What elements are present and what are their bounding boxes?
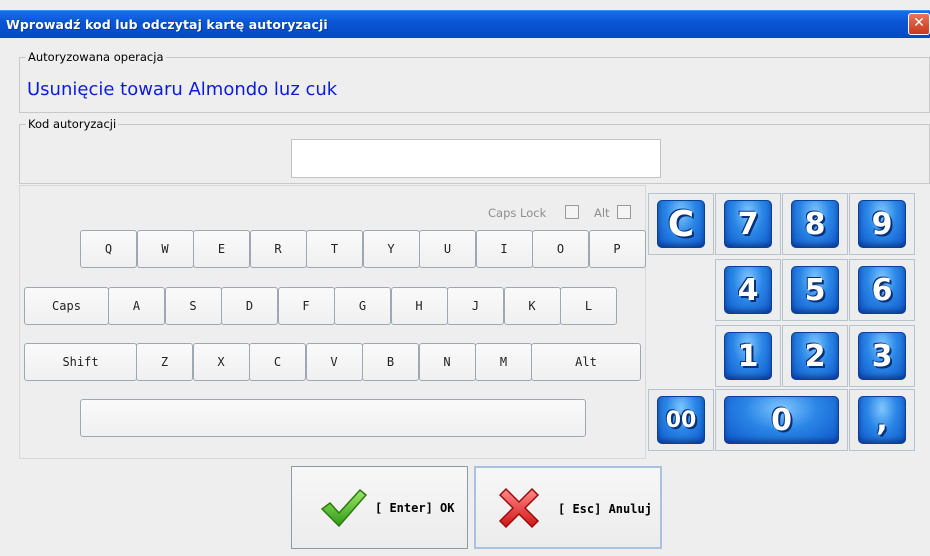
ok-button-label: [ Enter] OK: [375, 501, 455, 515]
numpad-key-5-label: 5: [791, 266, 839, 314]
key-q[interactable]: Q: [80, 230, 137, 268]
alt-label: Alt: [594, 206, 610, 220]
numpad-key-5[interactable]: 5: [782, 259, 848, 321]
numpad-key-3[interactable]: 3: [849, 325, 915, 387]
numpad-comma-button[interactable]: ,: [849, 389, 915, 451]
key-space[interactable]: [80, 399, 586, 437]
numpad-key-4-label: 4: [724, 266, 772, 314]
check-icon: [320, 488, 368, 528]
key-s[interactable]: S: [164, 287, 222, 325]
key-a[interactable]: A: [108, 287, 165, 325]
key-f[interactable]: F: [277, 287, 335, 325]
numpad-comma-button-label: ,: [858, 396, 906, 444]
numpad-key-1[interactable]: 1: [715, 325, 781, 387]
key-t[interactable]: T: [306, 230, 363, 268]
numpad-double-zero-button-label: 00: [657, 396, 705, 444]
title-bar[interactable]: Wprowadź kod lub odczytaj kartę autoryza…: [0, 10, 930, 38]
x-icon: [498, 487, 540, 529]
numpad-key-9[interactable]: 9: [849, 193, 915, 255]
numpad-key-4[interactable]: 4: [715, 259, 781, 321]
key-caps[interactable]: Caps: [24, 287, 109, 325]
numpad-key-1-label: 1: [724, 332, 772, 380]
key-v[interactable]: V: [305, 343, 363, 381]
authorized-operation-label: Autoryzowana operacja: [26, 50, 166, 64]
key-y[interactable]: Y: [362, 230, 420, 268]
key-n[interactable]: N: [418, 343, 476, 381]
key-l[interactable]: L: [560, 287, 617, 325]
numpad-key-2[interactable]: 2: [782, 325, 848, 387]
cancel-button[interactable]: [ Esc] Anuluj: [474, 466, 662, 549]
key-d[interactable]: D: [221, 287, 278, 325]
key-j[interactable]: J: [447, 287, 504, 325]
numpad-key-2-label: 2: [791, 332, 839, 380]
key-alt[interactable]: Alt: [531, 343, 641, 381]
numpad-key-9-label: 9: [858, 200, 906, 248]
key-shift[interactable]: Shift: [24, 343, 137, 381]
authorization-code-label: Kod autoryzacji: [26, 117, 119, 131]
numpad-key-7[interactable]: 7: [715, 193, 781, 255]
numpad-key-6-label: 6: [858, 266, 906, 314]
key-x[interactable]: X: [192, 343, 250, 381]
key-g[interactable]: G: [334, 287, 391, 325]
ok-button[interactable]: [ Enter] OK: [291, 466, 468, 549]
numpad-key-6[interactable]: 6: [849, 259, 915, 321]
close-button[interactable]: ✕: [908, 13, 930, 35]
authorization-dialog: Wprowadź kod lub odczytaj kartę autoryza…: [0, 0, 930, 556]
numpad-key-0-label: 0: [724, 396, 839, 444]
key-m[interactable]: M: [475, 343, 532, 381]
numpad-key-8[interactable]: 8: [782, 193, 848, 255]
window-title: Wprowadź kod lub odczytaj kartę autoryza…: [6, 17, 328, 32]
authorization-code-input[interactable]: [291, 139, 661, 178]
numpad-key-8-label: 8: [791, 200, 839, 248]
caps-lock-label: Caps Lock: [488, 206, 547, 220]
key-k[interactable]: K: [503, 287, 561, 325]
key-i[interactable]: I: [475, 230, 533, 268]
numpad-double-zero-button[interactable]: 00: [648, 389, 714, 451]
key-w[interactable]: W: [136, 230, 194, 268]
numpad-clear-button-label: C: [657, 200, 705, 248]
key-z[interactable]: Z: [136, 343, 193, 381]
key-o[interactable]: O: [532, 230, 589, 268]
authorized-operation-value: Usunięcie towaru Almondo luz cuk: [27, 79, 338, 100]
numpad-key-3-label: 3: [858, 332, 906, 380]
key-h[interactable]: H: [390, 287, 448, 325]
alt-checkbox[interactable]: [617, 205, 631, 219]
authorized-operation-group: Autoryzowana operacja Usunięcie towaru A…: [19, 50, 930, 113]
key-r[interactable]: R: [249, 230, 307, 268]
key-e[interactable]: E: [193, 230, 250, 268]
numpad-clear-button[interactable]: C: [648, 193, 714, 255]
key-b[interactable]: B: [362, 343, 419, 381]
numpad-key-0[interactable]: 0: [715, 389, 848, 451]
key-p[interactable]: P: [588, 230, 646, 268]
cancel-button-label: [ Esc] Anuluj: [558, 502, 652, 516]
key-c[interactable]: C: [249, 343, 306, 381]
caps-lock-checkbox[interactable]: [565, 205, 579, 219]
key-u[interactable]: U: [419, 230, 476, 268]
numpad-key-7-label: 7: [724, 200, 772, 248]
